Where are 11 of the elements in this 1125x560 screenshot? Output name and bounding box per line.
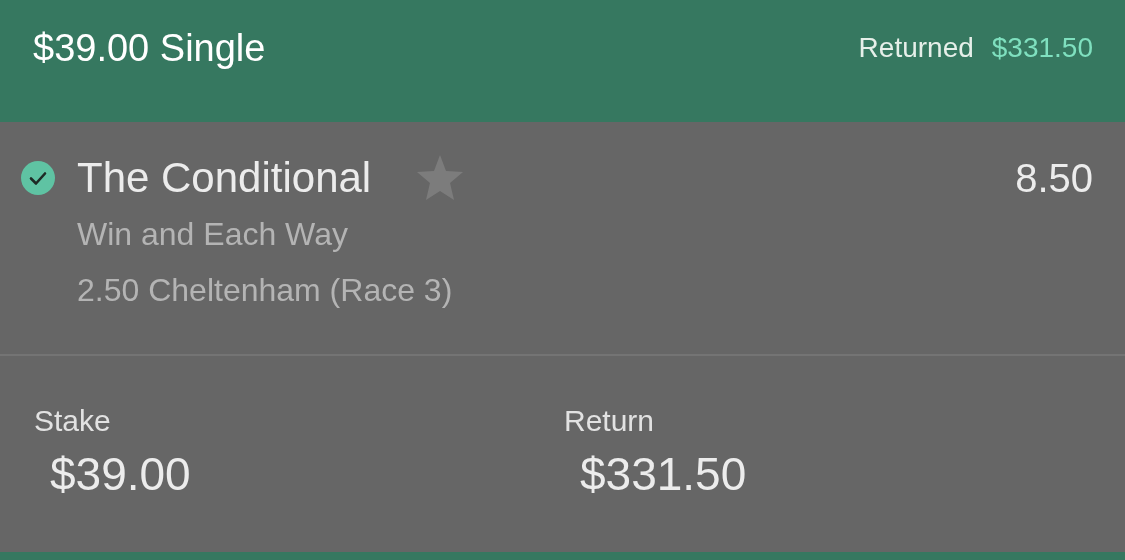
odds-value: 8.50 xyxy=(1015,155,1093,202)
total-label: Stake xyxy=(34,403,112,439)
bet-title: $39.00 Single xyxy=(33,26,266,71)
total-label: Return xyxy=(564,403,656,439)
returned-label: Returned xyxy=(858,31,974,65)
total-amount: $39.00 xyxy=(50,447,192,502)
returned-amount: $331.50 xyxy=(991,31,1093,65)
market-text: Win and Each Way xyxy=(77,215,349,254)
event-text: 2.50 Cheltenham (Race 3) xyxy=(77,271,454,310)
total-amount: $331.50 xyxy=(580,447,748,502)
selection-name: The Conditional xyxy=(77,153,372,203)
